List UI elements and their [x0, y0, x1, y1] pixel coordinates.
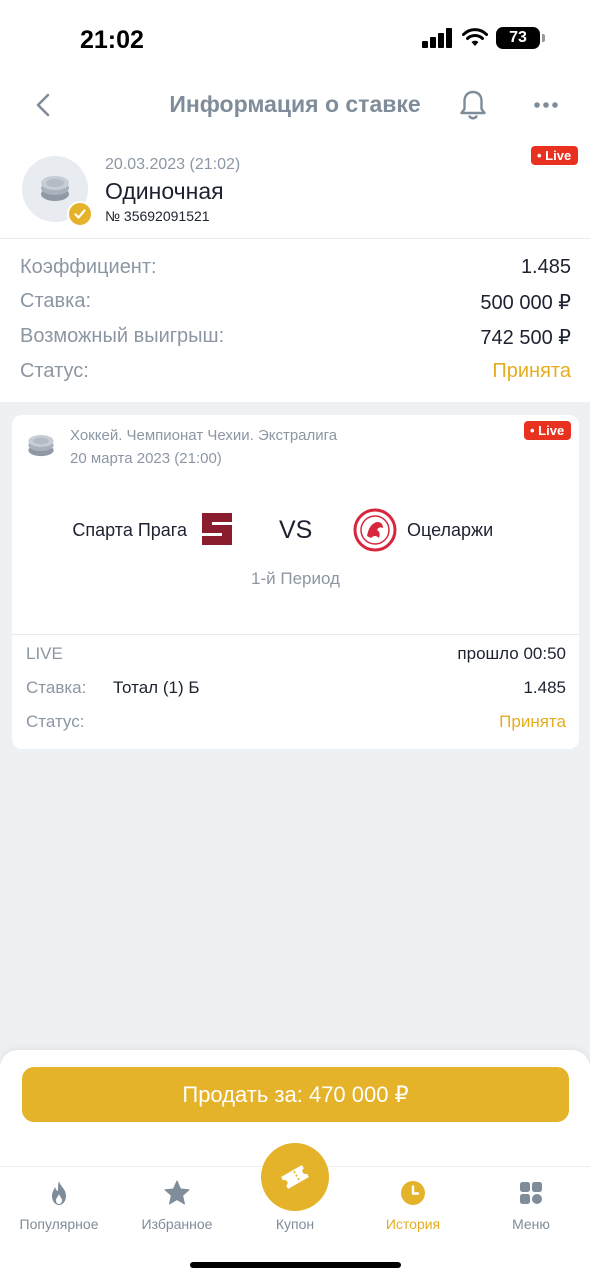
- sparta-logo-icon: [202, 513, 232, 545]
- sell-button[interactable]: Продать за: 470 000 ₽: [22, 1067, 569, 1122]
- event-divider: [12, 634, 579, 635]
- status-label: Статус:: [20, 360, 89, 382]
- status-bar: 21:02 73: [0, 0, 590, 80]
- battery-indicator: 73: [496, 27, 545, 49]
- event-status-row: Статус: Принята: [26, 712, 566, 732]
- ticket-icon: [281, 1164, 309, 1190]
- coefficient-row: Коэффициент: 1.485: [20, 256, 571, 279]
- tab-popular-label: Популярное: [19, 1216, 99, 1232]
- win-label: Возможный выигрыш:: [20, 325, 225, 347]
- status-row: Статус: Принята: [20, 360, 571, 383]
- win-row: Возможный выигрыш: 742 500 ₽: [20, 325, 571, 350]
- stake-value: 500 000 ₽: [480, 292, 571, 314]
- accepted-check-icon: [67, 201, 93, 227]
- more-icon[interactable]: [531, 92, 561, 118]
- event-status-value: Принята: [499, 712, 566, 731]
- tab-coupon[interactable]: Купон: [236, 1143, 354, 1243]
- bet-date: 20.03.2023 (21:02): [105, 156, 241, 173]
- stake-label: Ставка:: [20, 290, 91, 312]
- status-icons: 73: [422, 27, 545, 49]
- win-value: 742 500 ₽: [480, 327, 571, 349]
- coefficient-label: Коэффициент:: [20, 256, 157, 278]
- clock-icon: [401, 1181, 425, 1205]
- hockey-icon: [28, 435, 54, 457]
- tab-favorites-label: Избранное: [141, 1216, 213, 1232]
- home-indicator[interactable]: [190, 1262, 401, 1268]
- event-stake-label: Ставка:: [26, 678, 87, 697]
- event-stake-pick: Тотал (1) Б: [113, 678, 200, 697]
- event-status-label: Статус:: [26, 712, 85, 731]
- ocelari-logo-icon: [353, 508, 397, 552]
- elapsed-time: прошло 00:50: [457, 644, 566, 663]
- event-date: 20 марта 2023 (21:00): [70, 450, 222, 467]
- page-title: Информация о ставке: [169, 91, 421, 117]
- star-icon: [164, 1180, 190, 1205]
- header: Информация о ставке: [0, 80, 590, 134]
- team1-name: Спарта Прага: [72, 520, 187, 540]
- tab-history-label: История: [385, 1216, 441, 1232]
- bell-icon[interactable]: [458, 88, 488, 122]
- fire-icon: [52, 1181, 66, 1205]
- live-badge: • Live: [531, 146, 579, 165]
- league-name: Хоккей. Чемпионат Чехии. Экстралига: [70, 427, 338, 444]
- divider: [0, 238, 590, 239]
- tab-history[interactable]: История: [354, 1167, 472, 1243]
- grid-icon: [520, 1182, 542, 1204]
- tab-popular[interactable]: Популярное: [0, 1167, 118, 1243]
- coin-icon: [41, 176, 69, 201]
- status-time: 21:02: [80, 26, 144, 54]
- event-stake-coef: 1.485: [523, 678, 566, 697]
- live-text: LIVE: [26, 644, 63, 663]
- tab-favorites[interactable]: Избранное: [118, 1167, 236, 1243]
- bet-summary: 20.03.2023 (21:02) Одиночная № 356920915…: [0, 134, 590, 402]
- tab-menu[interactable]: Меню: [472, 1167, 590, 1243]
- event-live-badge: • Live: [524, 421, 572, 440]
- stake-row: Ставка: 500 000 ₽: [20, 290, 571, 315]
- event-card[interactable]: Хоккей. Чемпионат Чехии. Экстралига 20 м…: [12, 415, 579, 749]
- event-stake-row: Ставка: Тотал (1) Б 1.485: [26, 678, 566, 698]
- bet-number: № 35692091521: [105, 208, 210, 224]
- vs-label: VS: [279, 516, 313, 544]
- team2-name: Оцеларжи: [407, 520, 494, 540]
- coupon-button[interactable]: [261, 1143, 329, 1211]
- wifi-icon: [462, 28, 488, 46]
- coefficient-value: 1.485: [520, 256, 571, 278]
- live-row: LIVE прошло 00:50: [26, 644, 566, 664]
- tab-menu-label: Меню: [512, 1216, 550, 1232]
- status-value: Принята: [492, 360, 571, 382]
- tab-coupon-label: Купон: [275, 1216, 315, 1232]
- period-label: 1-й Период: [251, 569, 340, 588]
- bet-type: Одиночная: [105, 178, 224, 204]
- signal-icon: [422, 28, 452, 48]
